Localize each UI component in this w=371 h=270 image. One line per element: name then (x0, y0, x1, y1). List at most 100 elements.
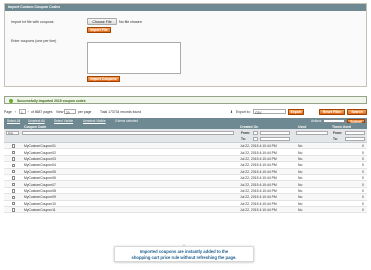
panel-title: Import Custom Coupon Codes (5, 4, 366, 11)
coupon-code-cell: MyCustomCoupon06 (24, 176, 56, 181)
page-input[interactable]: 1 (19, 109, 26, 115)
times-to-label: To: (333, 137, 338, 141)
caption-callout: Imported coupons are instantly added to … (114, 244, 254, 262)
grid-body: MyCustomCoupon01 Jul 22, 2015 4:10:44 PM N… (4, 143, 367, 214)
row-checkbox[interactable] (12, 176, 16, 180)
used-cell: No (298, 163, 303, 168)
actions-label: Actions (311, 119, 322, 124)
times-used-cell: 0 (362, 182, 364, 187)
page-count: of 8687 pages (31, 110, 53, 114)
coupon-code-cell: MyCustomCoupon08 (24, 189, 56, 194)
used-filter-select[interactable] (296, 130, 328, 135)
row-checkbox[interactable] (12, 201, 16, 206)
coupon-code-cell: MyCustomCoupon01 (24, 144, 56, 149)
unselect-visible-link[interactable]: Unselect Visible (83, 119, 106, 123)
used-cell: No (298, 176, 303, 181)
created-on-cell: Jul 22, 2015 4:10:44 PM (240, 169, 277, 174)
prev-page-icon[interactable]: ‹ (15, 110, 16, 114)
coupon-code-cell: MyCustomCoupon11 (24, 208, 56, 213)
view-label: View (56, 110, 64, 114)
massaction-filter-select[interactable]: Any (6, 130, 19, 135)
times-to-input[interactable] (345, 136, 365, 141)
used-cell: No (298, 182, 303, 187)
row-checkbox[interactable] (12, 195, 16, 199)
coupon-code-cell: MyCustomCoupon05 (24, 169, 56, 174)
export-format-select[interactable]: CSV (253, 109, 286, 115)
coupon-code-cell: MyCustomCoupon04 (24, 163, 56, 168)
actions-select[interactable] (323, 118, 345, 124)
used-cell: No (298, 169, 303, 174)
times-used-cell: 0 (362, 201, 364, 206)
created-to-label: To: (241, 137, 246, 141)
used-cell: No (298, 195, 303, 200)
used-cell: No (298, 189, 303, 194)
used-cell: No (298, 201, 303, 206)
import-file-button[interactable]: Import File (87, 27, 111, 33)
page-label: Page (4, 110, 12, 114)
export-button[interactable]: Export (288, 109, 304, 115)
times-from-input[interactable] (345, 130, 365, 135)
select-all-link[interactable]: Select All (7, 119, 20, 123)
created-from-label: From: (241, 131, 251, 135)
import-coupons-panel: Import Custom Coupon Codes Import txt fi… (4, 3, 367, 87)
success-icon (9, 98, 13, 103)
next-page-icon[interactable]: › (28, 110, 29, 114)
coupon-code-filter[interactable] (22, 130, 234, 135)
coupons-textarea[interactable] (87, 42, 181, 74)
row-checkbox[interactable] (12, 169, 16, 174)
file-label: Import txt file with coupons (11, 19, 54, 24)
export-icon: ⬇ (230, 110, 233, 114)
row-checkbox[interactable] (12, 144, 16, 148)
created-on-cell: Jul 22, 2015 4:10:44 PM (240, 195, 277, 200)
row-checkbox[interactable] (12, 157, 16, 161)
unselect-all-link[interactable]: Unselect All (28, 119, 45, 123)
success-text: Successfully imported 2015 coupon codes (17, 98, 86, 103)
times-used-cell: 0 (362, 176, 364, 181)
choose-file-button[interactable]: Choose File (87, 18, 117, 25)
row-checkbox[interactable] (12, 182, 16, 187)
created-on-cell: Jul 22, 2015 4:10:44 PM (240, 201, 277, 206)
calendar-to-icon[interactable] (253, 136, 258, 141)
row-checkbox[interactable] (12, 150, 16, 155)
coupon-code-cell: MyCustomCoupon03 (24, 157, 56, 162)
file-status: No file chosen (119, 19, 142, 24)
row-checkbox[interactable] (12, 189, 16, 193)
row-checkbox[interactable] (12, 208, 16, 212)
used-cell: No (298, 208, 303, 213)
submit-button[interactable]: Submit (347, 118, 365, 124)
select-visible-link[interactable]: Select Visible (54, 119, 73, 123)
created-on-cell: Jul 22, 2015 4:10:44 PM (240, 144, 277, 149)
times-used-cell: 0 (362, 189, 364, 194)
per-page-label: per page (78, 110, 92, 114)
used-cell: No (298, 144, 303, 149)
times-used-cell: 0 (362, 144, 364, 149)
coupon-code-cell: MyCustomCoupon07 (24, 182, 56, 187)
coupons-label: Enter coupons (one per line) (11, 39, 57, 43)
created-on-cell: Jul 22, 2015 4:10:44 PM (240, 157, 277, 162)
row-checkbox[interactable] (12, 163, 16, 167)
calendar-from-icon[interactable] (253, 130, 258, 135)
coupons-grid: Coupon Code Created On Used Times Used A… (4, 124, 367, 214)
used-cell: No (298, 157, 303, 162)
table-row[interactable]: MyCustomCoupon11 Jul 22, 2015 4:10:44 PM N… (4, 206, 367, 214)
coupon-code-cell: MyCustomCoupon10 (24, 201, 56, 206)
created-to-input[interactable] (260, 136, 290, 141)
per-page-select[interactable]: 20 (64, 109, 76, 115)
grid-filter-row: Any From: To: From: To: (4, 129, 367, 143)
times-from-label: From: (333, 131, 343, 135)
grid-pager: Page ‹ 1 › of 8687 pages View 20 per pag… (4, 108, 367, 116)
times-used-cell: 0 (362, 169, 364, 174)
reset-filter-button[interactable]: Reset Filter (319, 109, 345, 115)
created-from-input[interactable] (260, 130, 290, 135)
created-on-cell: Jul 22, 2015 4:10:44 PM (240, 176, 277, 181)
total-records: Total 173734 records found (100, 110, 142, 114)
created-on-cell: Jul 22, 2015 4:10:44 PM (240, 208, 277, 213)
import-coupons-button[interactable]: Import Coupons (87, 76, 120, 82)
caption-pointer (181, 244, 187, 247)
created-on-cell: Jul 22, 2015 4:10:44 PM (240, 182, 277, 187)
times-used-cell: 0 (362, 208, 364, 213)
times-used-cell: 0 (362, 195, 364, 200)
created-on-cell: Jul 22, 2015 4:10:44 PM (240, 150, 277, 155)
search-button[interactable]: Search (347, 109, 367, 115)
coupon-code-cell: MyCustomCoupon02 (24, 150, 56, 155)
